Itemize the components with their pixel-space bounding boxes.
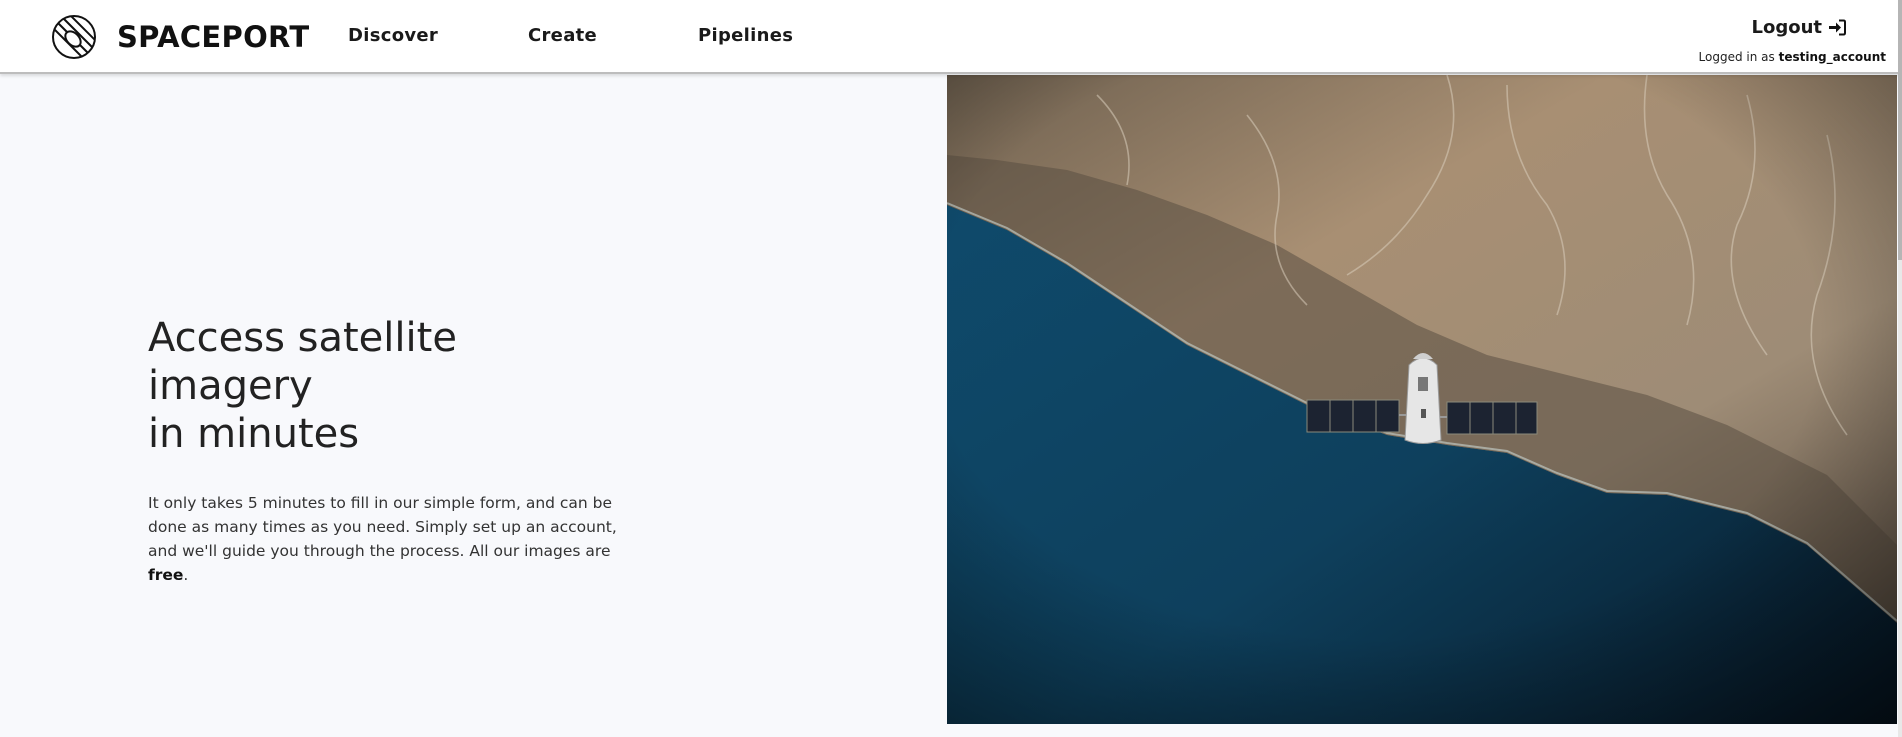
hero-free-emphasis: free <box>148 566 184 584</box>
nav-link-discover[interactable]: Discover <box>348 25 438 46</box>
hero-description-end: . <box>183 566 189 584</box>
hero-text: Access satellite imagery in minutes It o… <box>148 314 628 587</box>
satellite-over-coastline-image <box>947 75 1897 724</box>
planet-logo-icon <box>52 15 96 59</box>
nav-link-pipelines[interactable]: Pipelines <box>698 25 793 46</box>
nav-link-create[interactable]: Create <box>528 25 597 46</box>
hero-title-line-2: in minutes <box>148 411 360 457</box>
brand-home-link[interactable]: SPACEPORT <box>51 14 309 60</box>
satellite-hero-image <box>947 75 1897 724</box>
hero-title: Access satellite imagery in minutes <box>148 314 628 458</box>
hero-description-text: It only takes 5 minutes to fill in our s… <box>148 494 617 560</box>
top-navbar: SPACEPORT Discover Create Pipelines Logo… <box>0 0 1902 74</box>
page-scrollbar-thumb[interactable] <box>1898 0 1902 260</box>
sign-in-arrow-icon <box>1829 19 1846 36</box>
brand-name: SPACEPORT <box>117 20 310 54</box>
hero-description: It only takes 5 minutes to fill in our s… <box>148 491 628 587</box>
logout-button[interactable]: Logout <box>1751 17 1846 38</box>
login-username: testing_account <box>1778 50 1886 64</box>
hero-title-line-1: Access satellite imagery <box>148 315 457 409</box>
logout-label: Logout <box>1751 17 1822 38</box>
login-status: Logged in as testing_account <box>1699 50 1886 64</box>
login-status-prefix: Logged in as <box>1698 50 1775 64</box>
